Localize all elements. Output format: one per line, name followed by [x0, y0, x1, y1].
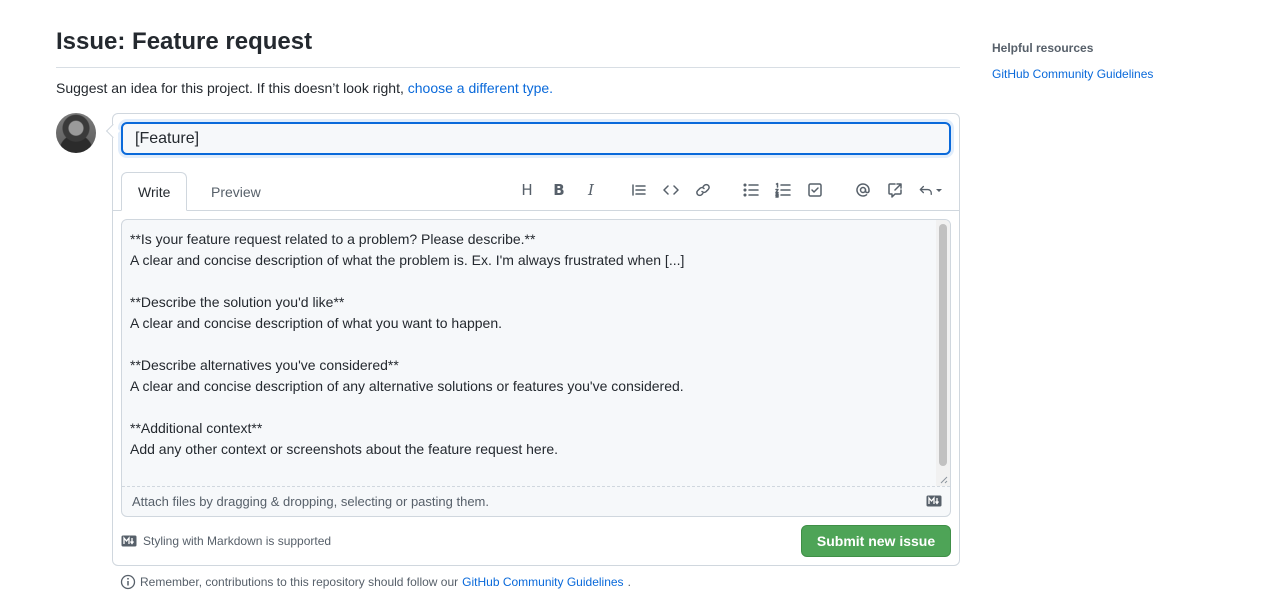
- editor-tabs: Write Preview H B I: [113, 170, 959, 211]
- quote-icon: [632, 184, 646, 196]
- issue-body-editor: **Is your feature request related to a p…: [121, 219, 951, 517]
- helpful-resources-sidebar: Helpful resources GitHub Community Guide…: [992, 40, 1252, 82]
- sidebar-community-guidelines-link[interactable]: GitHub Community Guidelines: [992, 66, 1252, 82]
- page-title: Issue: Feature request: [56, 28, 313, 55]
- bulleted-list-button[interactable]: [739, 178, 763, 202]
- task-list-button[interactable]: [803, 178, 827, 202]
- code-icon: [663, 185, 679, 195]
- italic-button[interactable]: I: [579, 178, 603, 202]
- bulleted-list-icon: [743, 183, 759, 197]
- avatar: [56, 113, 96, 153]
- link-button[interactable]: [691, 178, 715, 202]
- info-icon: [120, 574, 136, 590]
- task-list-icon: [808, 183, 822, 197]
- numbered-list-button[interactable]: [771, 178, 795, 202]
- attach-files-bar[interactable]: Attach files by dragging & dropping, sel…: [122, 486, 950, 516]
- issue-form: Write Preview H B I: [112, 113, 960, 566]
- cross-reference-icon: [888, 183, 902, 198]
- helpful-resources-heading: Helpful resources: [992, 41, 1094, 55]
- choose-type-link[interactable]: choose a different type.: [408, 80, 553, 96]
- italic-icon: I: [588, 181, 594, 199]
- mention-button[interactable]: [851, 178, 875, 202]
- reply-icon: [919, 185, 932, 196]
- heading-button[interactable]: H: [515, 178, 539, 202]
- markdown-icon: [121, 535, 137, 547]
- issue-body-textarea[interactable]: **Is your feature request related to a p…: [122, 220, 937, 486]
- editor-scrollbar[interactable]: [936, 220, 950, 486]
- issue-type-intro: Suggest an idea for this project. If thi…: [56, 78, 553, 98]
- chevron-down-icon: [936, 189, 942, 192]
- submit-issue-button[interactable]: Submit new issue: [801, 525, 951, 557]
- quote-button[interactable]: [627, 178, 651, 202]
- remember-text: Remember, contributions to this reposito…: [140, 575, 459, 589]
- remember-end: .: [627, 575, 631, 589]
- link-icon: [696, 183, 710, 197]
- saved-replies-button[interactable]: [915, 178, 947, 202]
- tab-write[interactable]: Write: [121, 172, 188, 211]
- cross-reference-button[interactable]: [883, 178, 907, 202]
- intro-text: Suggest an idea for this project. If thi…: [56, 80, 408, 96]
- markdown-note-text: Styling with Markdown is supported: [143, 534, 332, 548]
- bold-icon: B: [553, 181, 565, 199]
- resize-grip-icon[interactable]: [938, 474, 948, 484]
- markdown-icon: [926, 495, 942, 507]
- guidelines-reminder: Remember, contributions to this reposito…: [120, 574, 631, 590]
- attach-files-hint: Attach files by dragging & dropping, sel…: [132, 494, 489, 509]
- scrollbar-thumb[interactable]: [939, 224, 947, 466]
- code-button[interactable]: [659, 178, 683, 202]
- mention-icon: [856, 183, 870, 197]
- numbered-list-icon: [775, 182, 791, 198]
- community-guidelines-link[interactable]: GitHub Community Guidelines: [462, 574, 623, 590]
- bold-button[interactable]: B: [547, 178, 571, 202]
- title-divider: [56, 67, 960, 68]
- heading-icon: H: [521, 181, 533, 199]
- issue-title-input[interactable]: [121, 122, 951, 155]
- tab-preview[interactable]: Preview: [194, 172, 278, 211]
- markdown-support-note[interactable]: Styling with Markdown is supported: [121, 533, 331, 549]
